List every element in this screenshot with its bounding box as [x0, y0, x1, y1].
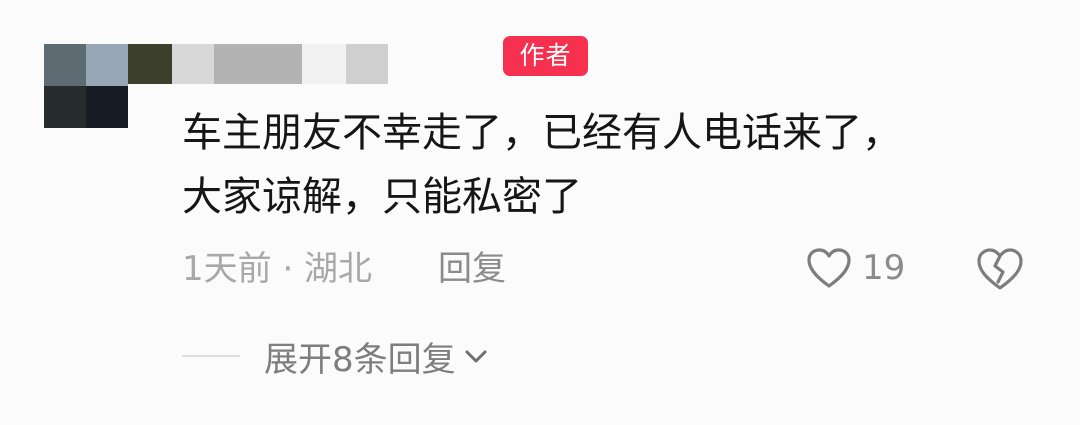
username-pixel: [172, 44, 214, 84]
avatar-pixel: [86, 44, 128, 86]
heart-outline-icon: [807, 248, 851, 288]
reply-button[interactable]: 回复: [438, 247, 506, 291]
username-pixel: [302, 44, 346, 84]
avatar-pixel: [86, 86, 128, 128]
like-count: 19: [862, 248, 906, 288]
author-badge: 作者: [503, 36, 588, 76]
username-censored[interactable]: [128, 44, 388, 84]
comment-line-1: 车主朋友不幸走了，已经有人电话来了，: [182, 110, 902, 156]
avatar-pixel: [44, 86, 86, 128]
chevron-down-icon: [465, 350, 487, 363]
avatar-pixel: [44, 44, 86, 86]
username-pixel: [346, 44, 388, 84]
expand-replies-button[interactable]: 展开8条回复: [182, 333, 490, 380]
avatar[interactable]: [44, 44, 128, 128]
dislike-button[interactable]: [976, 246, 1024, 292]
expand-replies-label: 展开8条回复: [264, 339, 456, 380]
comment-line-2: 大家谅解，只能私密了: [182, 174, 582, 220]
like-button[interactable]: 19: [806, 244, 905, 292]
broken-heart-icon: [977, 248, 1023, 290]
comment-time-location: 1天前 · 湖北: [182, 249, 373, 289]
username-pixel: [128, 44, 172, 84]
divider-line: [182, 355, 240, 357]
comment-text: 车主朋友不幸走了，已经有人电话来了， 大家谅解，只能私密了: [182, 101, 1042, 229]
username-pixel: [214, 44, 302, 84]
